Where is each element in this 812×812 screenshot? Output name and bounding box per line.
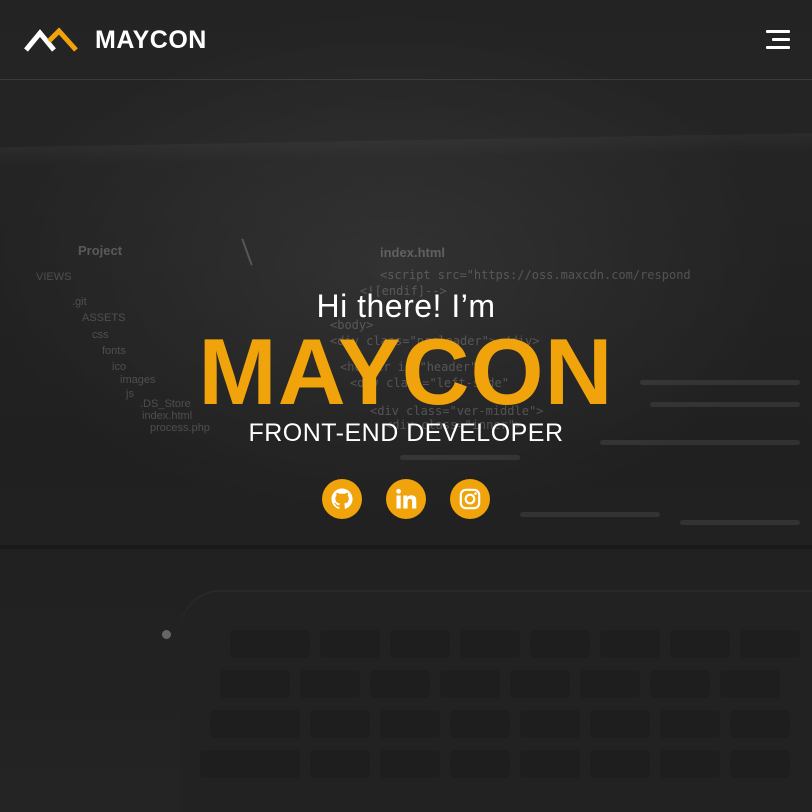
logo-text: MAYCON: [95, 25, 207, 54]
hero-role: FRONT-END DEVELOPER: [248, 419, 564, 447]
instagram-icon: [459, 488, 481, 510]
github-icon: [331, 488, 353, 509]
hero-section: Hi there! I’m MAYCON FRONT-END DEVELOPER: [0, 0, 812, 812]
hamburger-menu-icon[interactable]: [764, 30, 790, 50]
linkedin-icon: [396, 488, 417, 509]
instagram-link[interactable]: [450, 479, 490, 519]
mountain-logo-icon: [24, 27, 78, 52]
logo-link[interactable]: MAYCON: [24, 26, 207, 54]
hero-name: MAYCON: [198, 319, 614, 424]
site-header: MAYCON: [0, 0, 812, 80]
linkedin-link[interactable]: [386, 479, 426, 519]
social-links: [0, 479, 812, 519]
github-link[interactable]: [322, 479, 362, 519]
page: Project VIEWS .git ASSETS css fonts ico …: [0, 0, 812, 812]
